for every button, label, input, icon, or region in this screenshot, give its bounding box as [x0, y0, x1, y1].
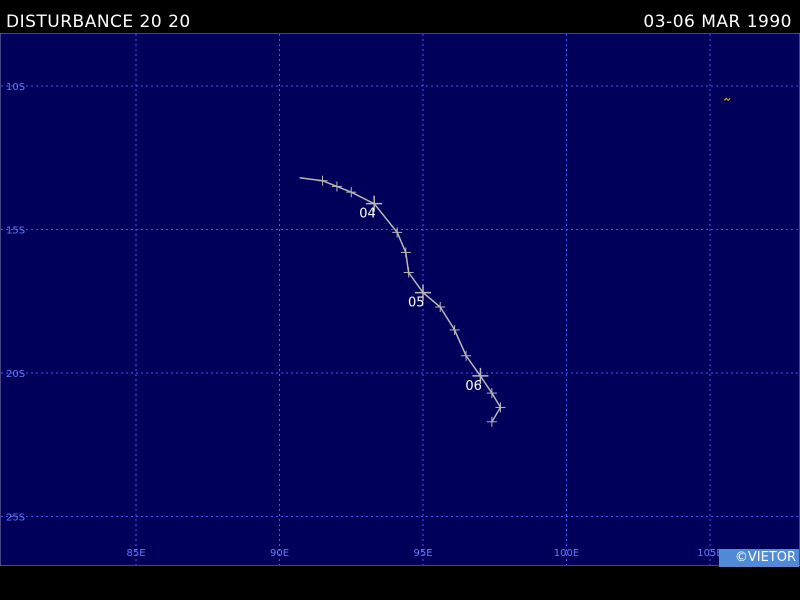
lon-label: 95E: [413, 548, 432, 559]
date-range: 03-06 MAR 1990: [643, 12, 792, 32]
day-label: 04: [359, 207, 376, 222]
lat-label: 25S: [6, 513, 25, 524]
lat-label: 10S: [6, 82, 25, 93]
lon-label: 85E: [126, 548, 145, 559]
lon-label: 90E: [270, 548, 289, 559]
lat-label: 20S: [6, 369, 25, 380]
track-map: 85E 90E 95E 100E 105E10S15S20S25S 040506: [0, 33, 800, 566]
map-background: [0, 33, 800, 566]
storm-title: DISTURBANCE 20 20: [6, 12, 191, 32]
lon-label: 100E: [554, 548, 579, 559]
day-label: 05: [408, 296, 425, 311]
day-label: 06: [465, 379, 482, 394]
copyright-badge: ©VIETOR: [719, 549, 799, 567]
lat-label: 15S: [6, 226, 25, 237]
